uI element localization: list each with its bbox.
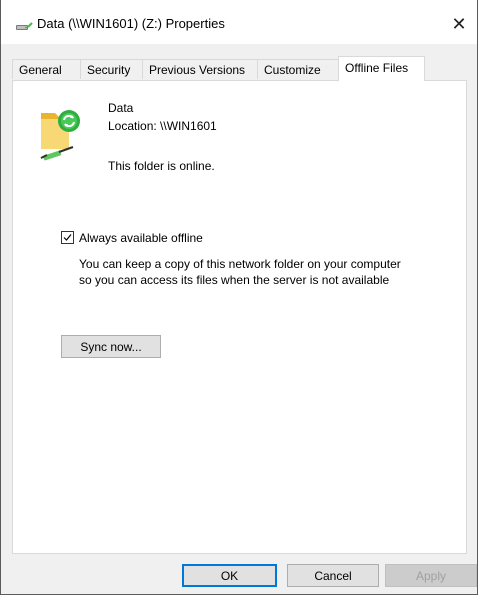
tab-customize[interactable]: Customize <box>257 59 339 79</box>
ok-button[interactable]: OK <box>182 564 277 587</box>
offline-description-line1: You can keep a copy of this network fold… <box>79 257 401 271</box>
network-drive-icon <box>15 20 33 34</box>
always-offline-label[interactable]: Always available offline <box>79 231 203 245</box>
folder-location: Location: \\WIN1601 <box>108 119 217 133</box>
offline-description-line2: so you can access its files when the ser… <box>79 273 390 287</box>
apply-button[interactable]: Apply <box>385 564 477 587</box>
tab-security[interactable]: Security <box>80 59 143 79</box>
cancel-button[interactable]: Cancel <box>287 564 379 587</box>
sync-now-button[interactable]: Sync now... <box>61 335 161 358</box>
tab-general[interactable]: General <box>12 59 81 79</box>
window-title: Data (\\WIN1601) (Z:) Properties <box>37 16 225 31</box>
tab-previous-versions[interactable]: Previous Versions <box>142 59 258 79</box>
tab-offline-files[interactable]: Offline Files <box>338 56 425 81</box>
properties-dialog: Data (\\WIN1601) (Z:) Properties ✕ Gener… <box>0 0 478 595</box>
always-offline-checkbox[interactable] <box>61 231 74 244</box>
folder-name: Data <box>108 101 134 115</box>
title-bar[interactable]: Data (\\WIN1601) (Z:) Properties ✕ <box>1 0 477 44</box>
folder-status: This folder is online. <box>108 159 215 173</box>
synced-folder-icon <box>39 103 83 163</box>
checkmark-icon <box>63 234 72 241</box>
close-icon: ✕ <box>451 13 467 34</box>
close-button[interactable]: ✕ <box>441 8 477 40</box>
